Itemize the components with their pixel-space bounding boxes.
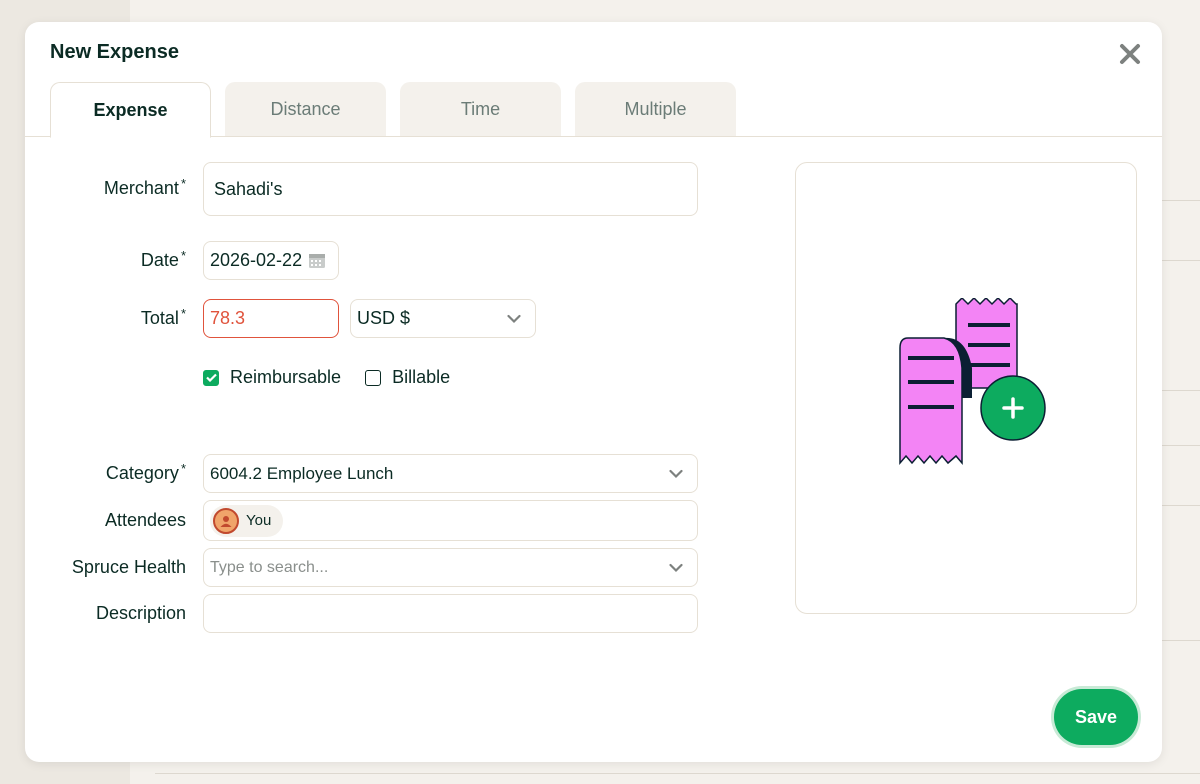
calendar-icon[interactable] [308,252,326,269]
merchant-value: Sahadi's [214,178,283,199]
background-divider [1160,505,1200,506]
total-amount-input[interactable]: 78.3 [203,299,339,338]
save-button[interactable]: Save [1054,689,1138,745]
add-receipt-icon [899,298,1046,466]
chevron-down-icon [669,469,683,478]
date-label: Date * [140,248,186,270]
category-select[interactable]: 6004.2 Employee Lunch [203,454,698,493]
expense-flags: Reimbursable Billable [203,367,474,388]
tab-expense[interactable]: Expense [50,82,211,138]
background-divider [1160,200,1200,201]
merchant-input[interactable]: Sahadi's [203,162,698,216]
billable-checkbox[interactable] [365,369,382,386]
date-input[interactable]: 2026-02-22 [203,241,339,280]
merchant-label: Merchant * [103,176,186,198]
close-icon[interactable] [1118,42,1142,66]
category-value: 6004.2 Employee Lunch [210,463,394,483]
tab-time[interactable]: Time [400,82,561,137]
background-divider [1160,260,1200,261]
currency-select[interactable]: USD $ [350,299,536,338]
checkmark-icon [205,373,217,382]
billable-label: Billable [392,367,451,387]
background-divider [155,773,1200,774]
expense-type-tabs: Expense Distance Time Multiple [50,82,736,138]
category-label: Category * [105,461,186,483]
attendees-input[interactable]: You [203,500,698,541]
attendees-label: Attendees [104,510,186,530]
tab-multiple[interactable]: Multiple [575,82,736,137]
spruce-health-select[interactable]: Type to search... [203,548,698,587]
modal-title: New Expense [50,41,179,63]
receipt-upload-area[interactable] [795,162,1137,614]
total-label: Total * [140,306,186,328]
reimbursable-label: Reimbursable [230,367,342,387]
avatar [213,507,239,534]
background-divider [1160,390,1200,391]
background-divider [1160,640,1200,641]
reimbursable-checkbox[interactable] [203,369,219,386]
background-divider [1160,445,1200,446]
attendee-name: You [246,512,272,529]
chevron-down-icon [507,314,521,323]
tab-distance[interactable]: Distance [225,82,386,137]
spruce-health-placeholder: Type to search... [210,558,329,576]
date-value: 2026-02-22 [210,250,303,270]
total-amount-value: 78.3 [210,308,246,328]
spruce-health-label: Spruce Health [71,557,186,577]
description-label: Description [95,603,186,623]
currency-value: USD $ [357,308,411,328]
chevron-down-icon [669,563,683,572]
new-expense-modal: New Expense Expense Distance Time Multip… [25,22,1162,762]
attendee-chip[interactable]: You [210,504,284,537]
description-input[interactable] [203,594,698,633]
